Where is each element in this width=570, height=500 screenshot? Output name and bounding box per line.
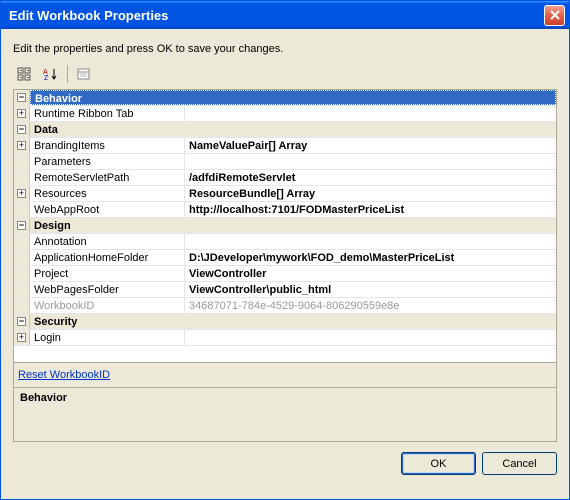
prop-project[interactable]: Project ViewController (14, 266, 556, 282)
category-security[interactable]: − Security (14, 314, 556, 330)
category-design[interactable]: − Design (14, 218, 556, 234)
prop-web-pages-folder[interactable]: WebPagesFolder ViewController\public_htm… (14, 282, 556, 298)
collapse-icon[interactable]: − (17, 125, 26, 134)
instruction-text: Edit the properties and press OK to save… (13, 43, 557, 55)
ok-button[interactable]: OK (401, 452, 476, 475)
close-button[interactable] (544, 5, 565, 26)
property-pages-icon (76, 67, 92, 81)
prop-branding-items[interactable]: + BrandingItems NameValuePair[] Array (14, 138, 556, 154)
prop-annotation[interactable]: Annotation (14, 234, 556, 250)
description-title: Behavior (20, 392, 67, 404)
property-pages-button[interactable] (72, 63, 96, 85)
window-title: Edit Workbook Properties (9, 8, 544, 23)
description-pane: Behavior (13, 388, 557, 442)
category-behavior[interactable]: − Behavior (14, 90, 556, 106)
expand-icon[interactable]: + (17, 189, 26, 198)
alphabetical-icon: A Z (43, 67, 59, 81)
reset-workbook-id-link[interactable]: Reset WorkbookID (18, 369, 110, 381)
prop-resources[interactable]: + Resources ResourceBundle[] Array (14, 186, 556, 202)
prop-remote-servlet-path[interactable]: RemoteServletPath /adfdiRemoteServlet (14, 170, 556, 186)
property-toolbar: A Z (13, 63, 557, 85)
collapse-icon[interactable]: − (17, 93, 26, 102)
property-grid[interactable]: − Behavior + Runtime Ribbon Tab − Data +… (13, 89, 557, 363)
categorized-button[interactable] (13, 63, 37, 85)
expand-icon[interactable]: + (17, 333, 26, 342)
categorized-icon (17, 67, 33, 81)
expand-icon[interactable]: + (17, 141, 26, 150)
collapse-icon[interactable]: − (17, 317, 26, 326)
alphabetical-button[interactable]: A Z (39, 63, 63, 85)
collapse-icon[interactable]: − (17, 221, 26, 230)
svg-text:Z: Z (44, 75, 49, 81)
expand-icon[interactable]: + (17, 109, 26, 118)
prop-web-app-root[interactable]: WebAppRoot http://localhost:7101/FODMast… (14, 202, 556, 218)
prop-parameters[interactable]: Parameters (14, 154, 556, 170)
title-bar: Edit Workbook Properties (1, 1, 569, 29)
close-icon (550, 10, 560, 20)
prop-workbook-id[interactable]: WorkbookID 34687071-784e-4529-9064-80629… (14, 298, 556, 314)
prop-application-home-folder[interactable]: ApplicationHomeFolder D:\JDeveloper\mywo… (14, 250, 556, 266)
commands-pane: Reset WorkbookID (13, 363, 557, 388)
prop-login[interactable]: + Login (14, 330, 556, 346)
prop-runtime-ribbon-tab[interactable]: + Runtime Ribbon Tab (14, 106, 556, 122)
cancel-button[interactable]: Cancel (482, 452, 557, 475)
category-data[interactable]: − Data (14, 122, 556, 138)
